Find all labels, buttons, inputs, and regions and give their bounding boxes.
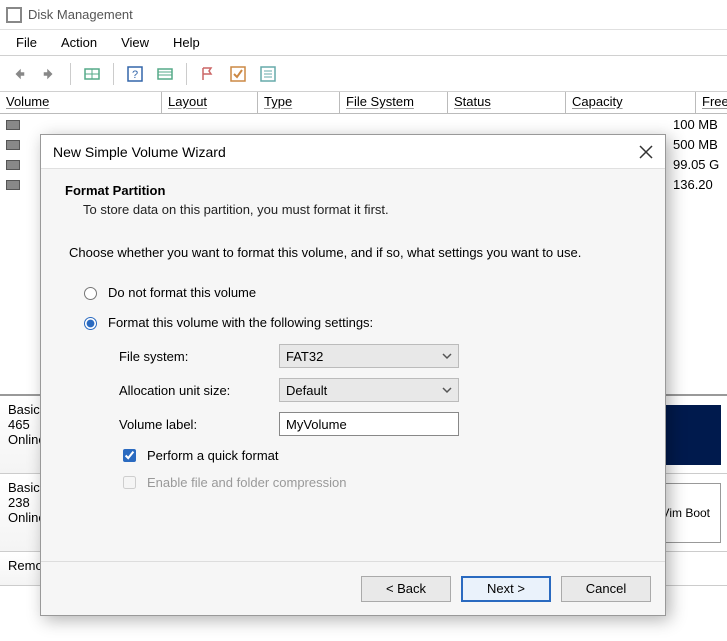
- checkbox-label: Enable file and folder compression: [147, 475, 346, 490]
- nav-forward-button[interactable]: [36, 61, 62, 87]
- check-compression: Enable file and folder compression: [119, 473, 637, 492]
- select-filesystem[interactable]: FAT32: [279, 344, 459, 368]
- toolbar-list-button[interactable]: [152, 61, 178, 87]
- close-button[interactable]: [639, 145, 653, 159]
- col-volume[interactable]: Volume: [0, 92, 162, 113]
- window-title-bar: Disk Management: [0, 0, 727, 30]
- disk-icon: [6, 160, 20, 170]
- flag-icon: [200, 66, 216, 82]
- radio-label: Format this volume with the following se…: [108, 315, 373, 330]
- select-value: Default: [286, 383, 327, 398]
- col-fs[interactable]: File System: [340, 92, 448, 113]
- free-cell: 100 MB: [667, 117, 727, 132]
- table-icon: [84, 66, 100, 82]
- help-icon: ?: [127, 66, 143, 82]
- properties-icon: [260, 66, 276, 82]
- radio-input[interactable]: [84, 287, 97, 300]
- checkbox-input[interactable]: [123, 449, 136, 462]
- app-title: Disk Management: [28, 7, 133, 22]
- dialog-header: Format Partition To store data on this p…: [41, 169, 665, 227]
- partition-label: Vim Boot: [662, 506, 710, 520]
- chevron-down-icon: [442, 351, 452, 361]
- toolbar-check-button[interactable]: [225, 61, 251, 87]
- wizard-dialog: New Simple Volume Wizard Format Partitio…: [40, 134, 666, 616]
- dialog-title-bar: New Simple Volume Wizard: [41, 135, 665, 169]
- menu-bar: File Action View Help: [0, 30, 727, 56]
- menu-action[interactable]: Action: [51, 31, 107, 54]
- col-layout[interactable]: Layout: [162, 92, 258, 113]
- check-quick-format[interactable]: Perform a quick format: [119, 446, 637, 465]
- wizard-heading: Format Partition: [65, 183, 641, 198]
- label-volume-label: Volume label:: [119, 417, 279, 432]
- disk-icon: [6, 120, 20, 130]
- toolbar-flag-button[interactable]: [195, 61, 221, 87]
- table-row[interactable]: 100 MB: [0, 114, 727, 134]
- back-button[interactable]: < Back: [361, 576, 451, 602]
- chevron-down-icon: [442, 385, 452, 395]
- dialog-body: Choose whether you want to format this v…: [41, 227, 665, 512]
- radio-input[interactable]: [84, 317, 97, 330]
- svg-text:?: ?: [132, 69, 138, 81]
- label-filesystem: File system:: [119, 349, 279, 364]
- radio-noformat[interactable]: Do not format this volume: [79, 284, 637, 300]
- input-volume-label[interactable]: [279, 412, 459, 436]
- radio-format[interactable]: Format this volume with the following se…: [79, 314, 637, 330]
- menu-view[interactable]: View: [111, 31, 159, 54]
- menu-file[interactable]: File: [6, 31, 47, 54]
- toolbar-separator: [70, 63, 71, 85]
- radio-label: Do not format this volume: [108, 285, 256, 300]
- check-icon: [230, 66, 246, 82]
- toolbar-separator: [186, 63, 187, 85]
- field-volume-label: Volume label:: [119, 412, 637, 436]
- toolbar-help-button[interactable]: ?: [122, 61, 148, 87]
- label-allocation: Allocation unit size:: [119, 383, 279, 398]
- free-cell: 500 MB: [667, 137, 727, 152]
- nav-back-button[interactable]: [6, 61, 32, 87]
- app-icon: [6, 7, 22, 23]
- checkbox-input: [123, 476, 136, 489]
- col-free[interactable]: Free Sp: [696, 92, 727, 113]
- next-button[interactable]: Next >: [461, 576, 551, 602]
- field-filesystem: File system: FAT32: [119, 344, 637, 368]
- dialog-footer: < Back Next > Cancel: [41, 561, 665, 615]
- cancel-button[interactable]: Cancel: [561, 576, 651, 602]
- free-cell: 99.05 G: [667, 157, 727, 172]
- col-capacity[interactable]: Capacity: [566, 92, 696, 113]
- free-cell: 136.20: [667, 177, 727, 192]
- col-status[interactable]: Status: [448, 92, 566, 113]
- disk-icon: [6, 140, 20, 150]
- wizard-subheading: To store data on this partition, you mus…: [83, 202, 641, 217]
- checkbox-label: Perform a quick format: [147, 448, 279, 463]
- arrow-right-icon: [42, 67, 56, 81]
- menu-help[interactable]: Help: [163, 31, 210, 54]
- dialog-title: New Simple Volume Wizard: [53, 144, 226, 160]
- arrow-left-icon: [12, 67, 26, 81]
- col-type[interactable]: Type: [258, 92, 340, 113]
- select-value: FAT32: [286, 349, 323, 364]
- field-allocation: Allocation unit size: Default: [119, 378, 637, 402]
- list-icon: [157, 66, 173, 82]
- toolbar-table-button[interactable]: [79, 61, 105, 87]
- toolbar-separator: [113, 63, 114, 85]
- select-allocation[interactable]: Default: [279, 378, 459, 402]
- toolbar-props-button[interactable]: [255, 61, 281, 87]
- volumes-header: Volume Layout Type File System Status Ca…: [0, 92, 727, 114]
- instruction-text: Choose whether you want to format this v…: [69, 245, 637, 260]
- disk-icon: [6, 180, 20, 190]
- toolbar: ?: [0, 56, 727, 92]
